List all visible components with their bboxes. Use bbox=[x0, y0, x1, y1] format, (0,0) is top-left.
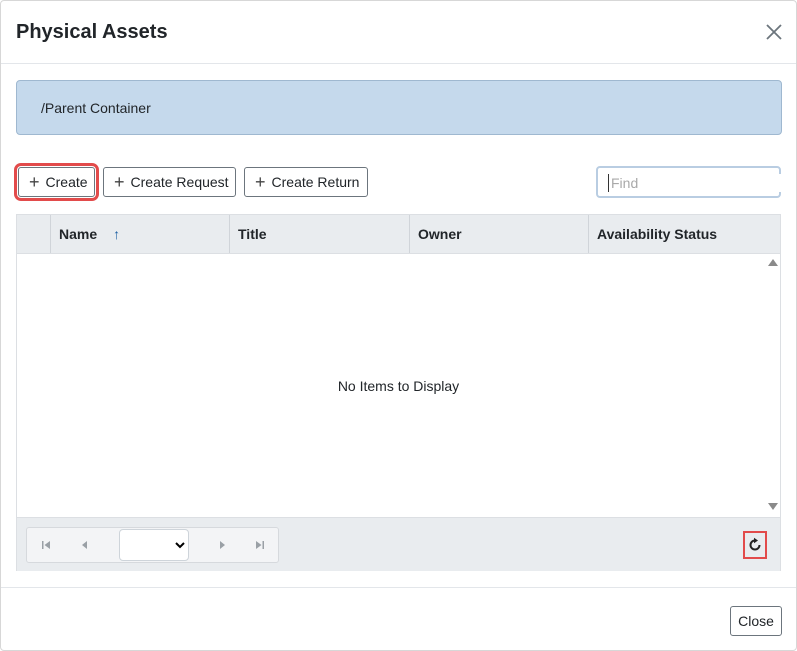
plus-icon: + bbox=[255, 172, 266, 192]
grid-body: No Items to Display bbox=[17, 253, 780, 517]
dialog-header: Physical Assets bbox=[1, 1, 796, 64]
column-header-availability-label: Availability Status bbox=[597, 226, 718, 242]
create-request-button[interactable]: + Create Request bbox=[103, 167, 236, 197]
dialog-footer: Close bbox=[1, 587, 796, 651]
column-header-title-label: Title bbox=[238, 226, 267, 242]
physical-assets-dialog: Physical Assets /Parent Container + Crea… bbox=[0, 0, 797, 651]
pager-controls bbox=[26, 527, 279, 563]
close-icon[interactable] bbox=[763, 21, 785, 43]
scroll-up-icon[interactable] bbox=[768, 259, 778, 266]
pager-bar bbox=[17, 517, 780, 571]
page-select[interactable] bbox=[119, 529, 189, 561]
dialog-title: Physical Assets bbox=[16, 21, 168, 43]
prev-page-icon[interactable] bbox=[65, 528, 103, 562]
create-request-label: Create Request bbox=[130, 174, 229, 190]
column-header-title[interactable]: Title bbox=[229, 215, 409, 253]
search-box bbox=[596, 166, 783, 198]
create-return-label: Create Return bbox=[271, 174, 360, 190]
create-return-button[interactable]: + Create Return bbox=[244, 167, 368, 197]
column-header-owner-label: Owner bbox=[418, 226, 462, 242]
select-column-header[interactable] bbox=[17, 215, 50, 253]
sort-ascending-icon: ↑ bbox=[113, 226, 121, 242]
grid-header: Name ↑ Title Owner Availability Status bbox=[17, 215, 780, 254]
column-header-owner[interactable]: Owner bbox=[409, 215, 588, 253]
first-page-icon[interactable] bbox=[27, 528, 65, 562]
refresh-icon bbox=[749, 537, 761, 551]
create-button[interactable]: + Create bbox=[14, 163, 99, 201]
next-page-icon[interactable] bbox=[204, 528, 242, 562]
last-page-icon[interactable] bbox=[241, 528, 279, 562]
scroll-down-icon[interactable] bbox=[768, 503, 778, 510]
search-input[interactable] bbox=[608, 174, 783, 192]
refresh-button[interactable] bbox=[743, 531, 767, 559]
assets-grid: Name ↑ Title Owner Availability Status No… bbox=[16, 214, 781, 571]
column-header-name[interactable]: Name ↑ bbox=[50, 215, 229, 253]
empty-message: No Items to Display bbox=[337, 378, 460, 394]
breadcrumb: /Parent Container bbox=[16, 80, 782, 135]
close-button[interactable]: Close bbox=[730, 606, 782, 636]
plus-icon: + bbox=[114, 172, 125, 192]
plus-icon: + bbox=[29, 172, 40, 192]
create-button-label: Create bbox=[45, 174, 88, 190]
column-header-availability-status[interactable]: Availability Status bbox=[588, 215, 780, 253]
column-header-name-label: Name bbox=[59, 226, 98, 242]
breadcrumb-path[interactable]: /Parent Container bbox=[41, 100, 151, 116]
